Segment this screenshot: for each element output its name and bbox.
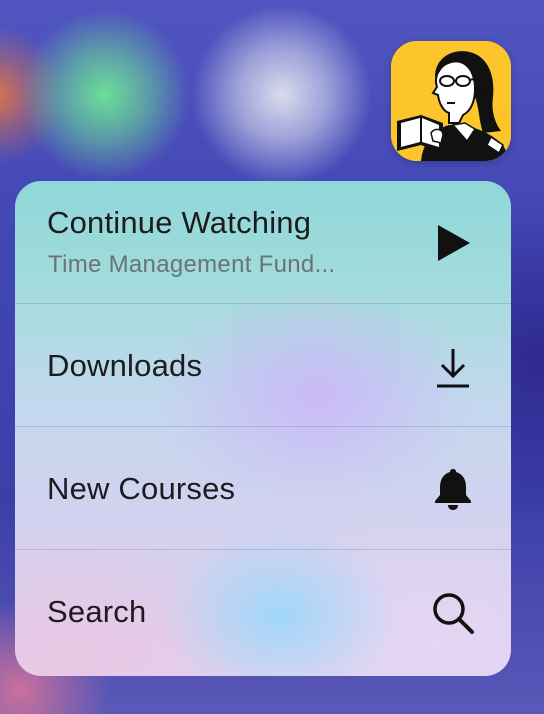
lynda-app-icon[interactable] — [391, 41, 511, 161]
menu-item-downloads[interactable]: Downloads — [15, 304, 511, 427]
menu-item-label: New Courses — [47, 471, 236, 506]
play-icon — [431, 221, 475, 265]
menu-item-continue-watching[interactable]: Continue Watching Time Management Fund..… — [15, 181, 511, 304]
bell-icon — [431, 467, 475, 511]
quick-actions-menu: Continue Watching Time Management Fund..… — [15, 181, 511, 676]
menu-item-search[interactable]: Search — [15, 550, 511, 676]
menu-item-label: Continue Watching — [47, 205, 312, 240]
menu-item-subtitle: Time Management Fund... — [48, 251, 336, 278]
search-icon — [431, 591, 475, 635]
menu-item-label: Search — [47, 594, 147, 629]
menu-item-new-courses[interactable]: New Courses — [15, 427, 511, 550]
lynda-reader-icon — [391, 41, 511, 161]
menu-item-label: Downloads — [47, 348, 203, 383]
download-icon — [431, 346, 475, 390]
